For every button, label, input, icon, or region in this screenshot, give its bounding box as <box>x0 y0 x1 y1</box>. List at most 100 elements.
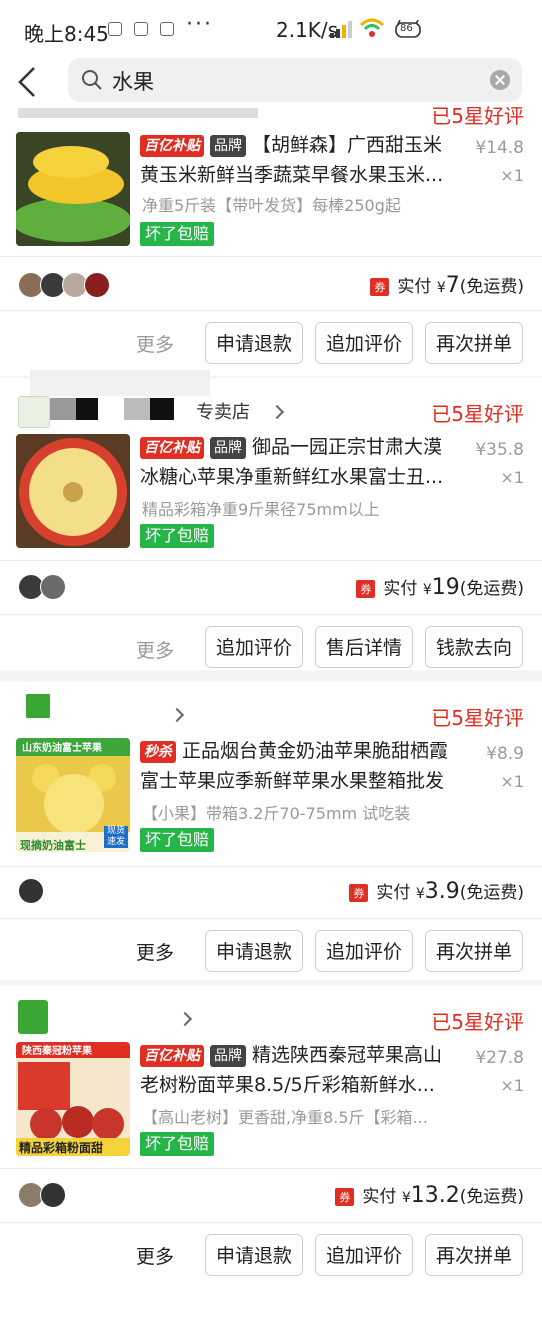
clear-search-icon[interactable] <box>490 70 510 90</box>
refund-button[interactable]: 申请退款 <box>205 322 303 364</box>
more-button[interactable]: 更多 <box>136 938 174 965</box>
tag-subsidy: 百亿补贴 <box>140 436 204 459</box>
thumbnail-caption: 精品彩箱粉面甜 <box>19 1141 104 1155</box>
divider <box>0 866 542 867</box>
product-title[interactable]: 百亿补贴 品牌 御品一园正宗甘肃大漠冰糖心苹果净重新鲜红水果富士丑... <box>140 432 460 492</box>
product-thumbnail[interactable]: 陕西秦冠粉苹果 精品彩箱粉面甜 <box>16 1042 130 1156</box>
thumbnail-caption: 山东奶油富士苹果 <box>22 743 102 754</box>
group-avatars[interactable] <box>18 272 110 298</box>
product-thumbnail[interactable] <box>16 434 130 548</box>
avatar <box>84 272 110 298</box>
paid-value: 19 <box>431 575 460 600</box>
unit-price: ¥27.8 <box>475 1048 524 1068</box>
order-card[interactable]: 已5星好评 百亿补贴 品牌 【胡鲜森】广西甜玉米黄玉米新鲜当季蔬菜早餐水果玉米...… <box>0 104 542 376</box>
more-button[interactable]: 更多 <box>136 636 174 663</box>
avatar <box>40 574 66 600</box>
thumbnail-caption: 现货速发 <box>104 826 128 848</box>
group-avatars[interactable] <box>18 1182 66 1208</box>
order-card[interactable]: 已5星好评 山东奶油富士苹果 现摘奶油富士 现货速发 秒杀 正品烟台黄金奶油苹果脆… <box>0 682 542 980</box>
tag-brand: 品牌 <box>210 436 246 459</box>
coupon-icon: 券 <box>335 1188 355 1206</box>
refund-button[interactable]: 申请退款 <box>205 930 303 972</box>
shop-name: 专卖店 <box>196 402 250 423</box>
rating-status: 已5星好评 <box>431 706 524 730</box>
status-bar: 晚上8:45 ··· 2.1K/s 86 <box>0 0 542 58</box>
guarantee-badge: 坏了包赔 <box>140 222 215 246</box>
order-card[interactable]: 已5星好评 陕西秦冠粉苹果 精品彩箱粉面甜 百亿补贴 品牌 精选陕西秦冠苹果高山老树… <box>0 986 542 1334</box>
product-title[interactable]: 百亿补贴 品牌 【胡鲜森】广西甜玉米黄玉米新鲜当季蔬菜早餐水果玉米... <box>140 130 460 190</box>
money-flow-button[interactable]: 钱款去向 <box>425 626 523 668</box>
more-button[interactable]: 更多 <box>136 1242 174 1269</box>
notification-icon <box>134 22 148 36</box>
product-title-text: 正品烟台黄金奶油苹果脆甜栖霞富士苹果应季新鲜苹果水果整箱批发 <box>140 740 449 792</box>
paid-amount: 券实付 ¥3.9(免运费) <box>349 878 524 904</box>
search-input[interactable]: 水果 <box>68 58 522 102</box>
guarantee-badge: 坏了包赔 <box>140 1132 215 1156</box>
avatar <box>40 1182 66 1208</box>
paid-value: 3.9 <box>424 879 460 904</box>
search-query: 水果 <box>112 70 154 94</box>
divider <box>0 310 542 311</box>
rating-status: 已5星好评 <box>431 1010 524 1034</box>
divider <box>0 560 542 561</box>
after-sales-button[interactable]: 售后详情 <box>315 626 413 668</box>
coupon-icon: 券 <box>349 884 369 902</box>
unit-price: ¥14.8 <box>475 138 524 158</box>
shipping-note: (免运费) <box>459 277 524 297</box>
back-arrow-icon[interactable] <box>14 62 42 102</box>
tag-subsidy: 百亿补贴 <box>140 1044 204 1067</box>
battery-icon: 86 <box>394 19 424 44</box>
shop-logo <box>26 694 50 718</box>
quantity: ×1 <box>500 468 524 487</box>
guarantee-badge: 坏了包赔 <box>140 828 215 852</box>
status-time: 晚上8:45 <box>24 22 109 46</box>
product-spec: 净重5斤装【带叶发货】每棒250g起 <box>142 196 401 215</box>
shop-logo <box>18 1000 48 1034</box>
reorder-button[interactable]: 再次拼单 <box>425 1234 523 1276</box>
shop-row[interactable] <box>18 108 258 118</box>
shipping-note: (免运费) <box>459 579 524 599</box>
tag-flash-sale: 秒杀 <box>140 740 176 763</box>
avatar <box>18 878 44 904</box>
reorder-button[interactable]: 再次拼单 <box>425 322 523 364</box>
notification-icon <box>108 22 122 36</box>
divider <box>0 1168 542 1169</box>
group-avatars[interactable] <box>18 574 66 600</box>
product-thumbnail[interactable]: 山东奶油富士苹果 现摘奶油富士 现货速发 <box>16 738 130 852</box>
shop-logo <box>18 396 50 428</box>
product-thumbnail[interactable] <box>16 132 130 246</box>
divider <box>0 1222 542 1223</box>
more-button[interactable]: 更多 <box>136 330 174 357</box>
battery-level: 86 <box>400 23 413 34</box>
shop-name-blur <box>124 398 150 420</box>
wifi-icon <box>359 18 385 37</box>
divider <box>0 256 542 257</box>
notification-icon <box>160 22 174 36</box>
paid-label: 实付 <box>362 1187 397 1207</box>
corn-image <box>16 132 130 246</box>
add-review-button[interactable]: 追加评价 <box>205 626 303 668</box>
search-icon <box>82 70 102 90</box>
product-title[interactable]: 秒杀 正品烟台黄金奶油苹果脆甜栖霞富士苹果应季新鲜苹果水果整箱批发 <box>140 736 460 796</box>
shop-name-blur <box>150 398 174 420</box>
product-title[interactable]: 百亿补贴 品牌 精选陕西秦冠苹果高山老树粉面苹果8.5/5斤彩箱新鲜水... <box>140 1040 460 1100</box>
add-review-button[interactable]: 追加评价 <box>315 930 413 972</box>
paid-amount: 券实付 ¥7(免运费) <box>370 272 524 298</box>
coupon-icon: 券 <box>370 278 390 296</box>
reorder-button[interactable]: 再次拼单 <box>425 930 523 972</box>
more-notifications-icon: ··· <box>186 12 213 37</box>
chevron-right-icon <box>269 404 285 420</box>
unit-price: ¥35.8 <box>475 440 524 460</box>
quantity: ×1 <box>500 772 524 791</box>
order-card[interactable]: 专卖店 已5星好评 百亿补贴 品牌 御品一园正宗甘肃大漠冰糖心苹果净重新鲜红水果富士… <box>0 370 542 670</box>
coupon-icon: 券 <box>356 580 376 598</box>
rating-status: 已5星好评 <box>431 402 524 426</box>
product-spec: 【小果】带箱3.2斤70-75mm 试吃装 <box>142 804 411 823</box>
add-review-button[interactable]: 追加评价 <box>315 1234 413 1276</box>
add-review-button[interactable]: 追加评价 <box>315 322 413 364</box>
group-avatars[interactable] <box>18 878 44 904</box>
quantity: ×1 <box>500 166 524 185</box>
paid-label: 实付 <box>397 277 432 297</box>
refund-button[interactable]: 申请退款 <box>205 1234 303 1276</box>
shop-name-blur <box>76 398 98 420</box>
